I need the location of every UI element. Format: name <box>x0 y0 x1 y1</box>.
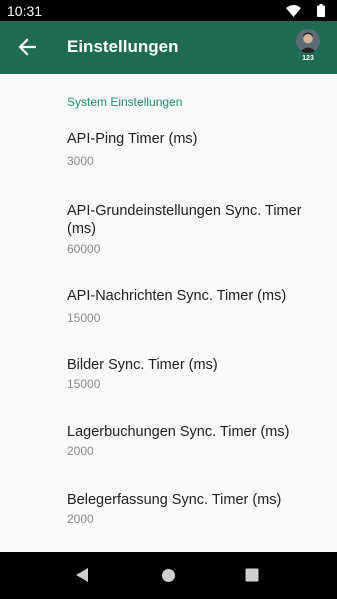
pref-api-ping-timer[interactable]: API-Ping Timer (ms) 3000 <box>0 130 337 190</box>
pref-belegerfassung-sync-timer[interactable]: Belegerfassung Sync. Timer (ms) 2000 <box>0 491 337 551</box>
navigation-bar <box>0 552 337 599</box>
pref-value: 60000 <box>67 242 101 256</box>
back-button[interactable] <box>8 27 46 67</box>
circle-home-icon[interactable] <box>161 568 176 588</box>
status-time: 10:31 <box>7 3 43 19</box>
settings-list: System Einstellungen API-Ping Timer (ms)… <box>0 74 337 552</box>
pref-api-grundeinstellungen-sync-timer[interactable]: API-Grundeinstellungen Sync. Timer (ms) … <box>0 202 337 262</box>
pref-bilder-sync-timer[interactable]: Bilder Sync. Timer (ms) 15000 <box>0 356 337 416</box>
pref-title: Lagerbuchungen Sync. Timer (ms) <box>67 424 290 440</box>
arrow-left-icon <box>18 38 36 56</box>
battery-icon <box>317 4 325 22</box>
user-avatar-icon <box>296 29 320 53</box>
pref-value: 2000 <box>67 512 94 526</box>
wifi-icon <box>286 4 301 22</box>
pref-title: API-Ping Timer (ms) <box>67 131 198 147</box>
pref-title: API-Grundeinstellungen Sync. Timer (ms) <box>67 203 302 237</box>
square-recents-icon[interactable] <box>245 568 259 587</box>
user-avatar-button[interactable]: 123 <box>293 27 325 71</box>
pref-value: 2000 <box>67 444 94 458</box>
pref-title: API-Nachrichten Sync. Timer (ms) <box>67 288 287 304</box>
page-title: Einstellungen <box>67 37 179 56</box>
pref-api-nachrichten-sync-timer[interactable]: API-Nachrichten Sync. Timer (ms) 15000 <box>0 287 337 347</box>
section-header: System Einstellungen <box>67 95 183 109</box>
pref-title: Belegerfassung Sync. Timer (ms) <box>67 492 282 508</box>
pref-value: 15000 <box>67 311 101 325</box>
pref-value: 3000 <box>67 154 94 168</box>
user-badge-label: 123 <box>302 55 314 62</box>
pref-title: Bilder Sync. Timer (ms) <box>67 357 218 373</box>
status-bar: 10:31 <box>0 0 337 21</box>
pref-value: 15000 <box>67 377 101 391</box>
pref-lagerbuchungen-sync-timer[interactable]: Lagerbuchungen Sync. Timer (ms) 2000 <box>0 423 337 483</box>
triangle-back-icon[interactable] <box>75 567 89 588</box>
app-bar: Einstellungen 123 <box>0 21 337 74</box>
